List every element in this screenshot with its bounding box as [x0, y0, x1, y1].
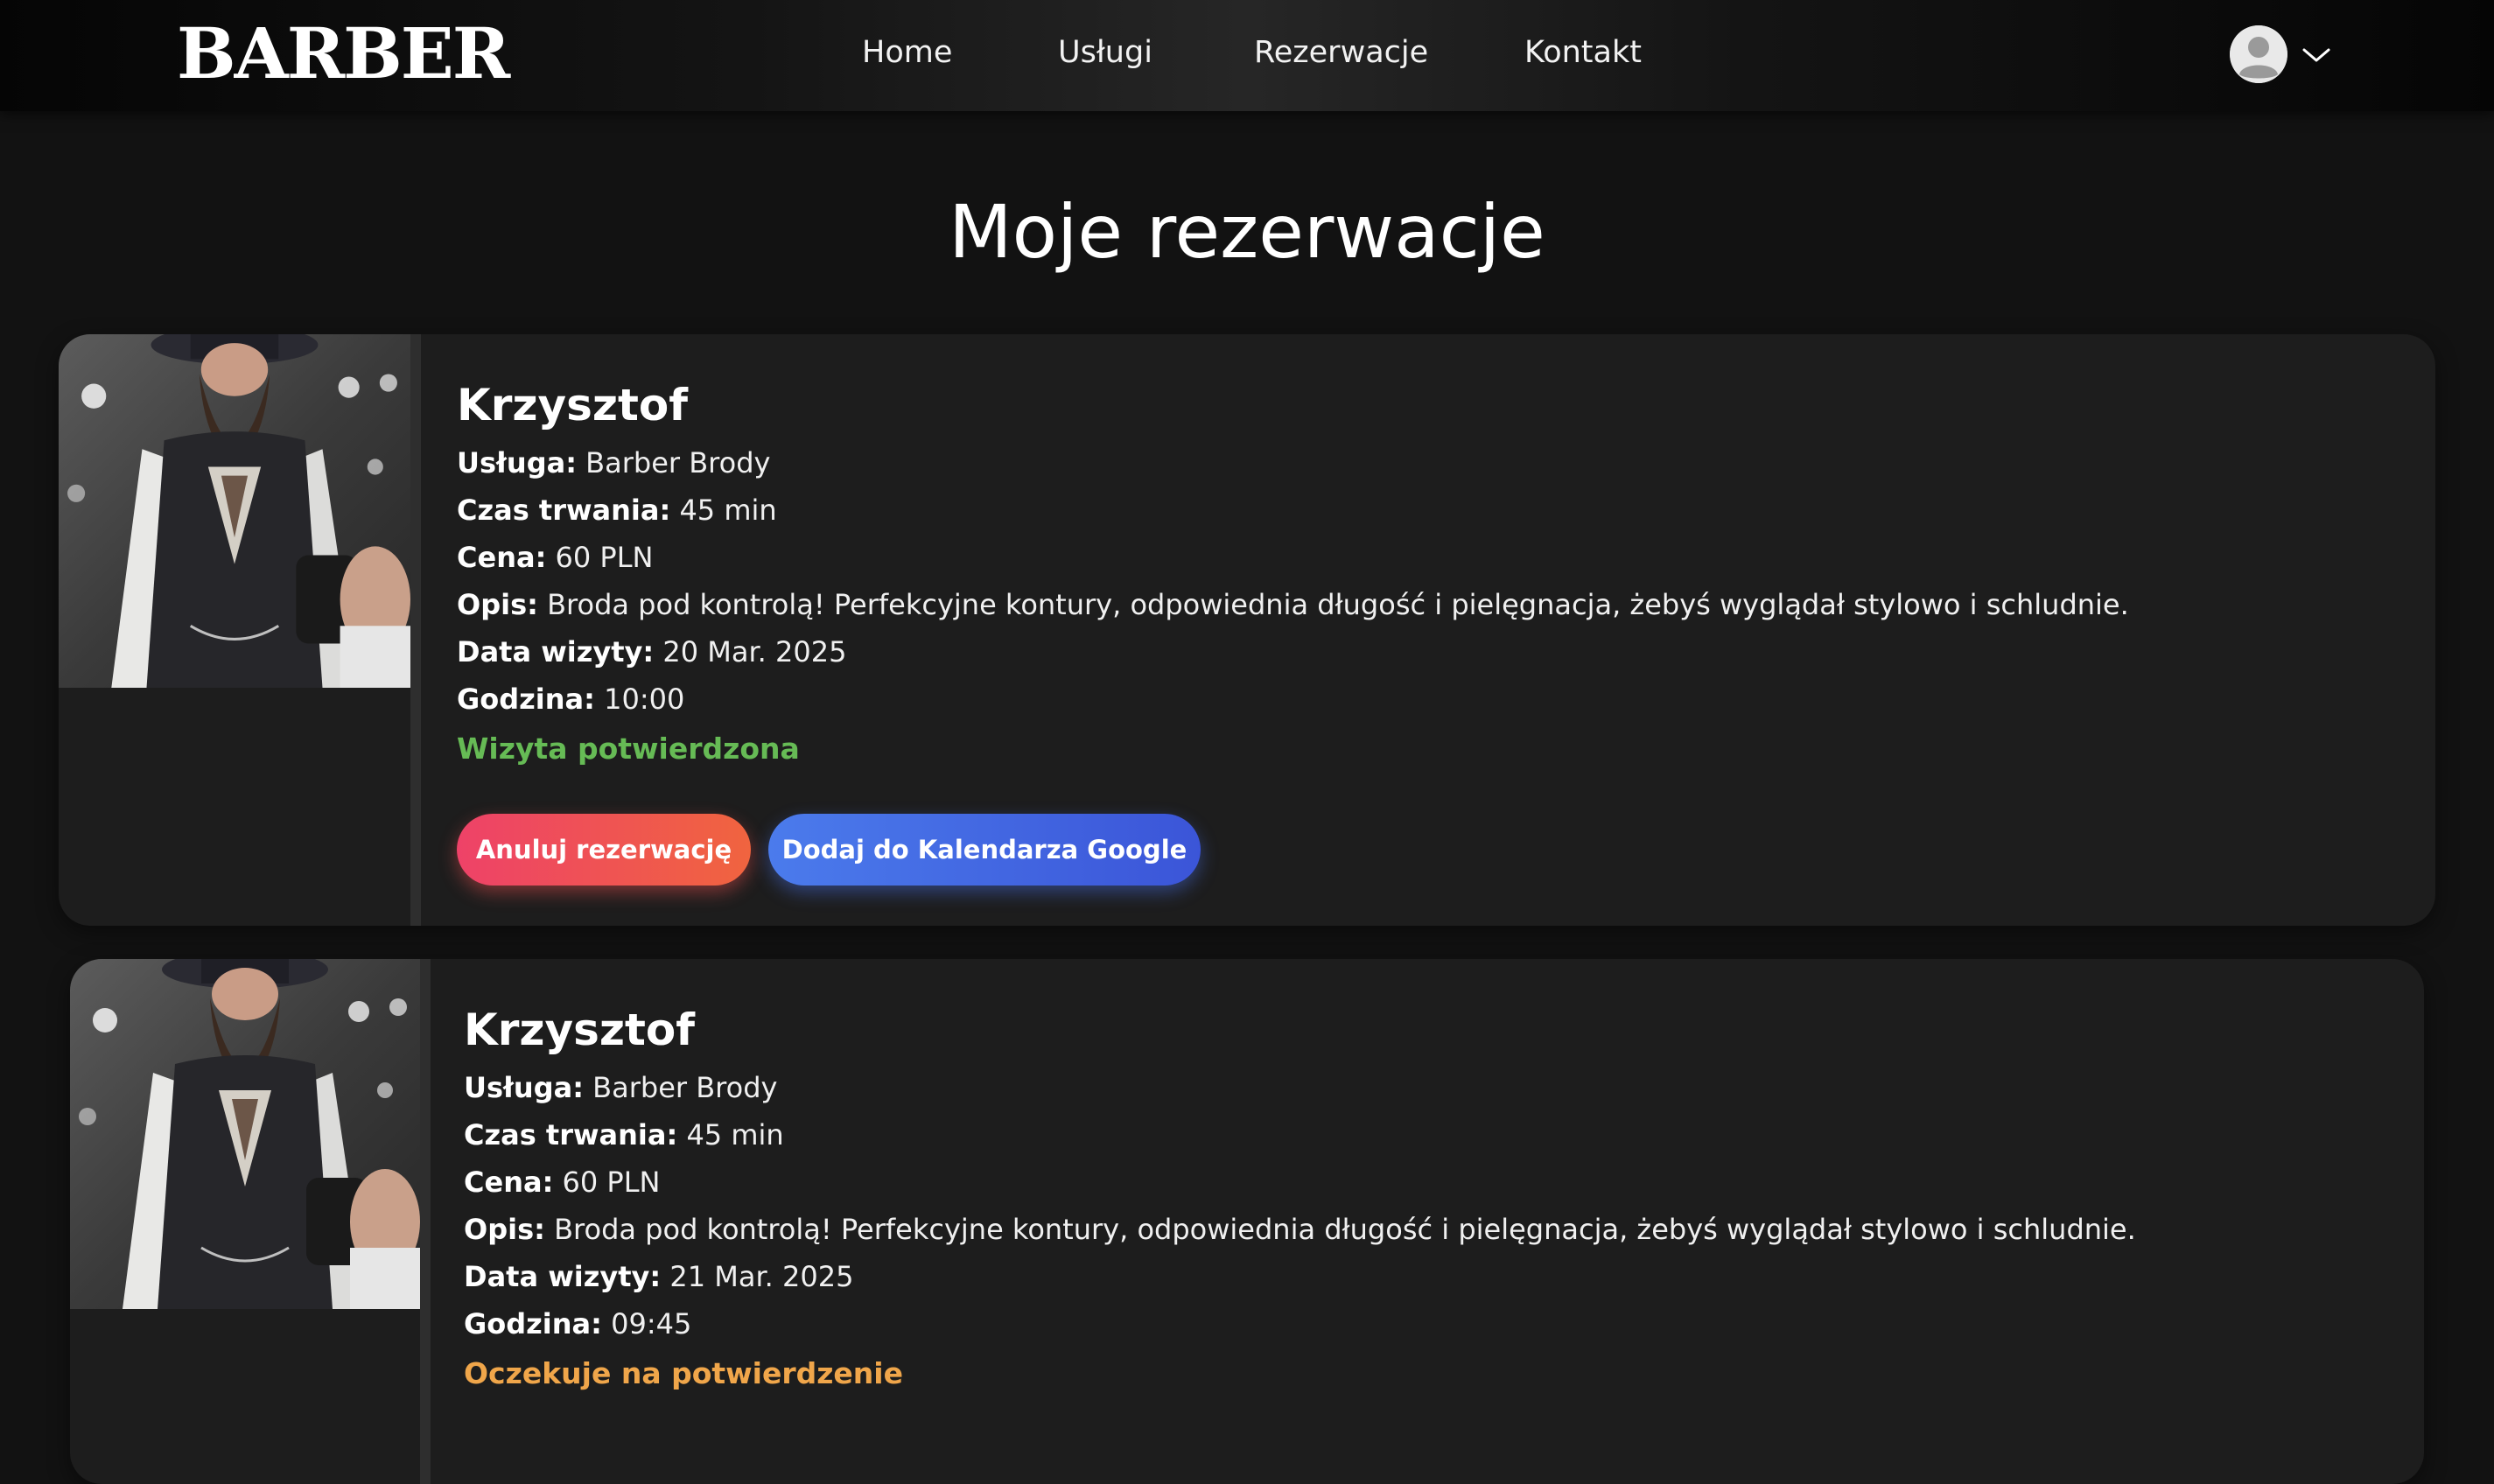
time-row: Godzina: 09:45	[464, 1300, 2389, 1348]
duration-label: Czas trwania:	[464, 1118, 678, 1152]
description-label: Opis:	[457, 588, 538, 621]
duration-row: Czas trwania: 45 min	[464, 1111, 2389, 1158]
barber-name: Krzysztof	[464, 1004, 695, 1055]
barber-photo	[70, 959, 420, 1309]
date-row: Data wizyty: 20 Mar. 2025	[457, 628, 2400, 676]
time-label: Godzina:	[457, 682, 595, 716]
time-row: Godzina: 10:00	[457, 676, 2400, 723]
reservation-actions: Anuluj rezerwację Dodaj do Kalendarza Go…	[457, 814, 2400, 886]
service-row: Usługa: Barber Brody	[464, 1064, 2389, 1111]
date-row: Data wizyty: 21 Mar. 2025	[464, 1253, 2389, 1300]
status-badge: Oczekuje na potwierdzenie	[464, 1356, 903, 1390]
price-value: 60 PLN	[555, 541, 654, 574]
description-label: Opis:	[464, 1213, 545, 1246]
card-divider	[410, 334, 421, 926]
cancel-reservation-button[interactable]: Anuluj rezerwację	[457, 814, 751, 886]
nav-home-link[interactable]: Home	[862, 33, 952, 72]
reservation-card: Krzysztof Usługa: Barber Brody Czas trwa…	[70, 959, 2424, 1484]
date-value: 20 Mar. 2025	[662, 635, 847, 668]
duration-row: Czas trwania: 45 min	[457, 486, 2400, 534]
navbar: BARBER Home Usługi Rezerwacje Kontakt	[0, 0, 2494, 111]
service-label: Usługa:	[464, 1071, 584, 1104]
price-label: Cena:	[464, 1166, 554, 1199]
status-badge: Wizyta potwierdzona	[457, 732, 800, 766]
price-label: Cena:	[457, 541, 547, 574]
date-value: 21 Mar. 2025	[669, 1260, 854, 1293]
service-label: Usługa:	[457, 446, 577, 480]
nav-services-link[interactable]: Usługi	[1058, 33, 1152, 72]
price-row: Cena: 60 PLN	[464, 1158, 2389, 1206]
reservation-details: Krzysztof Usługa: Barber Brody Czas trwa…	[464, 1003, 2389, 1398]
page-title: Moje rezerwacje	[949, 189, 1545, 275]
barber-name: Krzysztof	[457, 380, 688, 430]
price-row: Cena: 60 PLN	[457, 534, 2400, 581]
description-row: Opis: Broda pod kontrolą! Perfekcyjne ko…	[457, 581, 2400, 628]
price-value: 60 PLN	[562, 1166, 661, 1199]
date-label: Data wizyty:	[457, 635, 655, 668]
time-label: Godzina:	[464, 1307, 602, 1340]
reservation-card: Krzysztof Usługa: Barber Brody Czas trwa…	[59, 334, 2435, 926]
duration-label: Czas trwania:	[457, 494, 671, 527]
service-value: Barber Brody	[585, 446, 771, 480]
description-value: Broda pod kontrolą! Perfekcyjne kontury,…	[554, 1213, 2136, 1246]
chevron-down-icon[interactable]	[2301, 40, 2331, 70]
description-row: Opis: Broda pod kontrolą! Perfekcyjne ko…	[464, 1206, 2389, 1253]
description-value: Broda pod kontrolą! Perfekcyjne kontury,…	[547, 588, 2129, 621]
date-label: Data wizyty:	[464, 1260, 662, 1293]
add-to-google-calendar-button[interactable]: Dodaj do Kalendarza Google	[768, 814, 1201, 886]
user-avatar-icon[interactable]	[2230, 25, 2287, 83]
main-nav: Home Usługi Rezerwacje Kontakt	[0, 0, 2494, 111]
card-divider	[420, 959, 431, 1484]
duration-value: 45 min	[679, 494, 777, 527]
service-value: Barber Brody	[592, 1071, 778, 1104]
service-row: Usługa: Barber Brody	[457, 439, 2400, 486]
nav-reservations-link[interactable]: Rezerwacje	[1254, 33, 1428, 72]
nav-contact-link[interactable]: Kontakt	[1524, 33, 1642, 72]
duration-value: 45 min	[686, 1118, 784, 1152]
time-value: 10:00	[604, 682, 685, 716]
reservation-details: Krzysztof Usługa: Barber Brody Czas trwa…	[457, 378, 2400, 886]
time-value: 09:45	[611, 1307, 692, 1340]
barber-photo	[59, 334, 410, 688]
